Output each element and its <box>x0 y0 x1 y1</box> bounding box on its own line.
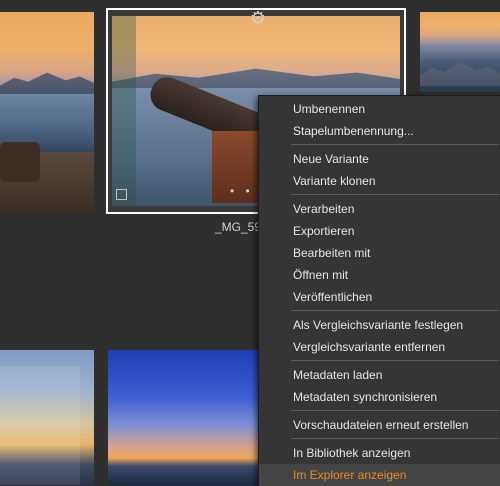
thumbnail-bottom-middle[interactable] <box>108 350 260 485</box>
menu-item-variante-klonen[interactable]: Variante klonen <box>259 170 500 192</box>
thumbnail-top-left[interactable] <box>0 12 94 212</box>
menu-separator <box>291 144 499 145</box>
menu-item-verarbeiten[interactable]: Verarbeiten <box>259 198 500 220</box>
menu-item-metadaten-laden[interactable]: Metadaten laden <box>259 364 500 386</box>
menu-item-in-bibliothek-anzeigen[interactable]: In Bibliothek anzeigen <box>259 442 500 464</box>
gear-icon[interactable]: ⚙ <box>248 8 268 28</box>
menu-item-metadaten-synchronisieren[interactable]: Metadaten synchronisieren <box>259 386 500 408</box>
menu-separator <box>291 310 499 311</box>
menu-item-neue-variante[interactable]: Neue Variante <box>259 148 500 170</box>
menu-item-im-explorer-anzeigen[interactable]: Im Explorer anzeigen <box>259 464 500 486</box>
menu-item-umbenennen[interactable]: Umbenennen <box>259 98 500 120</box>
menu-item-als-vergleichsvariante[interactable]: Als Vergleichsvariante festlegen <box>259 314 500 336</box>
thumbnail-bottom-left[interactable] <box>0 350 94 485</box>
menu-item-veroeffentlichen[interactable]: Veröffentlichen <box>259 286 500 308</box>
menu-item-vorschaudateien[interactable]: Vorschaudateien erneut erstellen <box>259 414 500 436</box>
menu-separator <box>291 438 499 439</box>
menu-item-bearbeiten-mit[interactable]: Bearbeiten mit <box>259 242 500 264</box>
menu-item-vergleichsvariante-entfernen[interactable]: Vergleichsvariante entfernen <box>259 336 500 358</box>
menu-item-oeffnen-mit[interactable]: Öffnen mit <box>259 264 500 286</box>
menu-item-exportieren[interactable]: Exportieren <box>259 220 500 242</box>
thumbnail-top-right[interactable] <box>420 12 500 92</box>
menu-item-stapelumbenennung[interactable]: Stapelumbenennung... <box>259 120 500 142</box>
selection-badge[interactable] <box>116 189 127 200</box>
menu-separator <box>291 410 499 411</box>
menu-separator <box>291 360 499 361</box>
menu-separator <box>291 194 499 195</box>
context-menu: Umbenennen Stapelumbenennung... Neue Var… <box>258 95 500 486</box>
thumbnail-filename: _MG_59 <box>215 220 262 234</box>
